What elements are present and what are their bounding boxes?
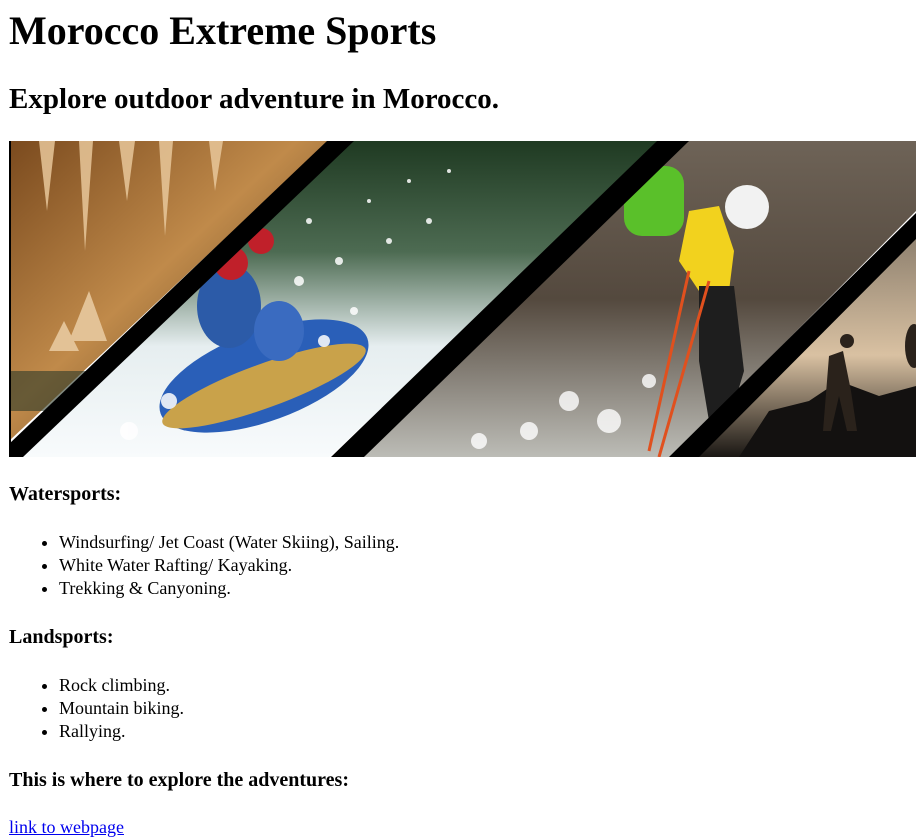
list-item: White Water Rafting/ Kayaking.	[59, 554, 399, 577]
list-item: Windsurfing/ Jet Coast (Water Skiing), S…	[59, 531, 399, 554]
landsports-heading: Landsports:	[9, 626, 114, 648]
page-title: Morocco Extreme Sports	[9, 8, 437, 53]
watersports-list: Windsurfing/ Jet Coast (Water Skiing), S…	[0, 531, 399, 600]
list-item: Rallying.	[59, 720, 184, 743]
list-item: Mountain biking.	[59, 697, 184, 720]
page: Morocco Extreme Sports Explore outdoor a…	[0, 0, 916, 840]
watersports-heading: Watersports:	[9, 483, 122, 505]
page-subtitle: Explore outdoor adventure in Morocco.	[9, 83, 500, 115]
adventure-collage-image	[9, 141, 916, 457]
webpage-link[interactable]: link to webpage	[9, 816, 124, 838]
list-item: Rock climbing.	[59, 674, 184, 697]
list-item: Trekking & Canyoning.	[59, 577, 399, 600]
landsports-list: Rock climbing. Mountain biking. Rallying…	[0, 674, 184, 743]
explore-heading: This is where to explore the adventures:	[9, 769, 349, 791]
